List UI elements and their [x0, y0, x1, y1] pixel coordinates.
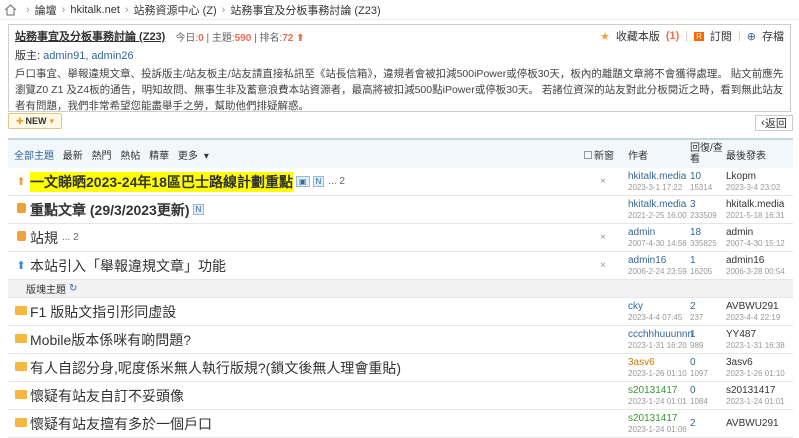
tab-latest[interactable]: 最新 [63, 151, 83, 162]
table-row[interactable]: 懷疑有站友擅有多於一個戶口 s20131417 2023-1-24 01:06 2… [8, 410, 793, 438]
forum-rules: 戶口事宜、舉報違規文章、投訴版主/站友板主/站友請直接私訊至《站長信箱》，違規者… [15, 68, 784, 112]
tab-all[interactable]: 全部主題 [14, 151, 54, 162]
chevron-down-icon: ▾ [203, 150, 209, 162]
table-row[interactable]: 站規... 2 × admin 2007-4-30 14:58 18 335825 … [8, 224, 793, 252]
last-poster[interactable]: admin16 [726, 255, 764, 266]
breadcrumb-forum[interactable]: 論壇 [35, 2, 57, 18]
refresh-icon[interactable]: ↻ [69, 283, 77, 294]
forum-info-box: 站務事宜及分板事務討論 (Z23) 今日:0 | 主題:590 | 排名:72 … [8, 24, 791, 112]
table-row[interactable]: Mobile版本係咪有啲問題? ccchhhuuunnn 2023-1-31 16… [8, 326, 793, 354]
author[interactable]: s20131417 [628, 385, 678, 396]
close-icon[interactable]: × [600, 232, 606, 243]
topic-title[interactable]: 懷疑有站友擅有多於一個戶口 [30, 414, 212, 434]
author[interactable]: hkitalk.media [628, 171, 686, 182]
folder-icon [12, 333, 30, 346]
moderators-list[interactable]: admin91, admin26 [43, 50, 134, 62]
star-icon: ★ [599, 30, 610, 43]
forum-title[interactable]: 站務事宜及分板事務討論 (Z23) [15, 28, 165, 44]
plus-icon: ✚ [15, 115, 24, 126]
last-poster[interactable]: AVBWU291 [726, 301, 779, 312]
topic-title[interactable]: 重點文章 (29/3/2023更新) [30, 200, 190, 220]
favorite-count: (1) [665, 30, 680, 42]
rank-up-icon: ⬆ [296, 32, 305, 44]
topic-title[interactable]: Mobile版本係咪有啲問題? [30, 330, 191, 350]
author[interactable]: hkitalk.media [628, 199, 686, 210]
topic-count: 590 [234, 32, 252, 44]
breadcrumb-site[interactable]: hkitalk.net [70, 4, 120, 16]
last-poster[interactable]: 3asv6 [726, 357, 753, 368]
col-last: 最後發表 [726, 150, 766, 162]
last-poster[interactable]: hkitalk.media [726, 199, 784, 210]
table-row[interactable]: F1 版貼文指引形同虛設 cky 2023-4-4 07:45 2 237 AVBW… [8, 298, 793, 326]
section-header: 版塊主題 ↻ [8, 280, 793, 298]
archive-button[interactable]: 存檔 [762, 28, 784, 44]
image-icon: ▣ [295, 176, 310, 187]
col-author: 作者 [628, 150, 648, 162]
author[interactable]: cky [628, 301, 643, 312]
close-icon[interactable]: × [600, 176, 606, 187]
topic-title[interactable]: 有人自認分身,呢度係米無人執行版規?(鎖文後無人理會重貼) [30, 358, 401, 378]
tab-hotpost[interactable]: 熱帖 [120, 151, 140, 162]
new-icon: N [192, 204, 205, 215]
rss-icon: R [694, 31, 704, 41]
pin-up-icon: ⬆ [16, 260, 26, 272]
topic-title[interactable]: 站規 [30, 228, 58, 248]
topic-title[interactable]: 本站引入「舉報違規文章」功能 [30, 256, 226, 276]
author[interactable]: admin16 [628, 255, 666, 266]
chevron-down-icon: ▾ [49, 115, 55, 126]
last-poster[interactable]: YY487 [726, 329, 756, 340]
back-button[interactable]: ‹ 返回 [755, 115, 793, 131]
tab-digest[interactable]: 精華 [149, 151, 169, 162]
author[interactable]: admin [628, 227, 655, 238]
topic-list-header: 全部主題 最新 熱門 熱帖 精華 更多 ▾ 新窗 作者 回復/查看 最後發表 [8, 140, 793, 168]
table-row[interactable]: ⬆ 本站引入「舉報違規文章」功能 × admin16 2006-2-24 23:5… [8, 252, 793, 280]
pin-up-icon: ⬆ [16, 176, 26, 188]
table-row[interactable]: ⬆ 一文睇晒2023-24年18區巴士路線計劃重點 ▣ N... 2 × hkita… [8, 168, 793, 196]
home-icon[interactable] [4, 3, 17, 16]
table-row[interactable]: 懷疑有站友自訂不妥頭像 s20131417 2023-1-24 01:01 0 10… [8, 382, 793, 410]
table-row[interactable]: 重點文章 (29/3/2023更新) N hkitalk.media 2021-2-… [8, 196, 793, 224]
topic-title[interactable]: 懷疑有站友自訂不妥頭像 [30, 386, 184, 406]
new-window-checkbox[interactable]: 新窗 [584, 147, 614, 162]
archive-icon: ⊕ [746, 30, 756, 43]
lock-icon [12, 203, 30, 216]
folder-icon [12, 417, 30, 430]
rank: 72 [282, 32, 294, 44]
tab-hot[interactable]: 熱門 [92, 151, 112, 162]
topic-title[interactable]: 一文睇晒2023-24年18區巴士路線計劃重點 [30, 171, 293, 192]
folder-icon [12, 389, 30, 402]
new-icon: N [312, 176, 325, 187]
subscribe-button[interactable]: 訂閱 [710, 28, 732, 44]
topic-title[interactable]: F1 版貼文指引形同虛設 [30, 302, 176, 322]
last-poster[interactable]: Lkopm [726, 171, 756, 182]
last-poster[interactable]: s20131417 [726, 385, 776, 396]
today-count: 0 [198, 32, 204, 44]
close-icon[interactable]: × [600, 260, 606, 271]
last-poster[interactable]: AVBWU291 [726, 418, 779, 429]
folder-icon [12, 361, 30, 374]
author[interactable]: ccchhhuuunnn [628, 329, 693, 340]
last-poster[interactable]: admin [726, 227, 753, 238]
col-replies: 回復/查看 [690, 143, 723, 165]
author[interactable]: 3asv6 [628, 357, 655, 368]
favorite-button[interactable]: 收藏本版 [616, 28, 660, 44]
folder-icon [12, 305, 30, 318]
tab-more[interactable]: 更多 [178, 151, 198, 162]
new-topic-button[interactable]: ✚ NEW ▾ [8, 113, 62, 129]
breadcrumb-board[interactable]: 站務事宜及分板事務討論 (Z23) [230, 2, 380, 18]
topic-list: 全部主題 最新 熱門 熱帖 精華 更多 ▾ 新窗 作者 回復/查看 最後發表 ⬆ … [8, 138, 793, 438]
table-row[interactable]: 有人自認分身,呢度係米無人執行版規?(鎖文後無人理會重貼) 3asv6 2023-… [8, 354, 793, 382]
lock-icon [12, 231, 30, 244]
moderators-label: 版主: [15, 50, 41, 62]
breadcrumb-section[interactable]: 站務資源中心 (Z) [134, 2, 217, 18]
breadcrumb: › 論壇 › hkitalk.net › 站務資源中心 (Z) › 站務事宜及分板事務… [0, 0, 799, 20]
